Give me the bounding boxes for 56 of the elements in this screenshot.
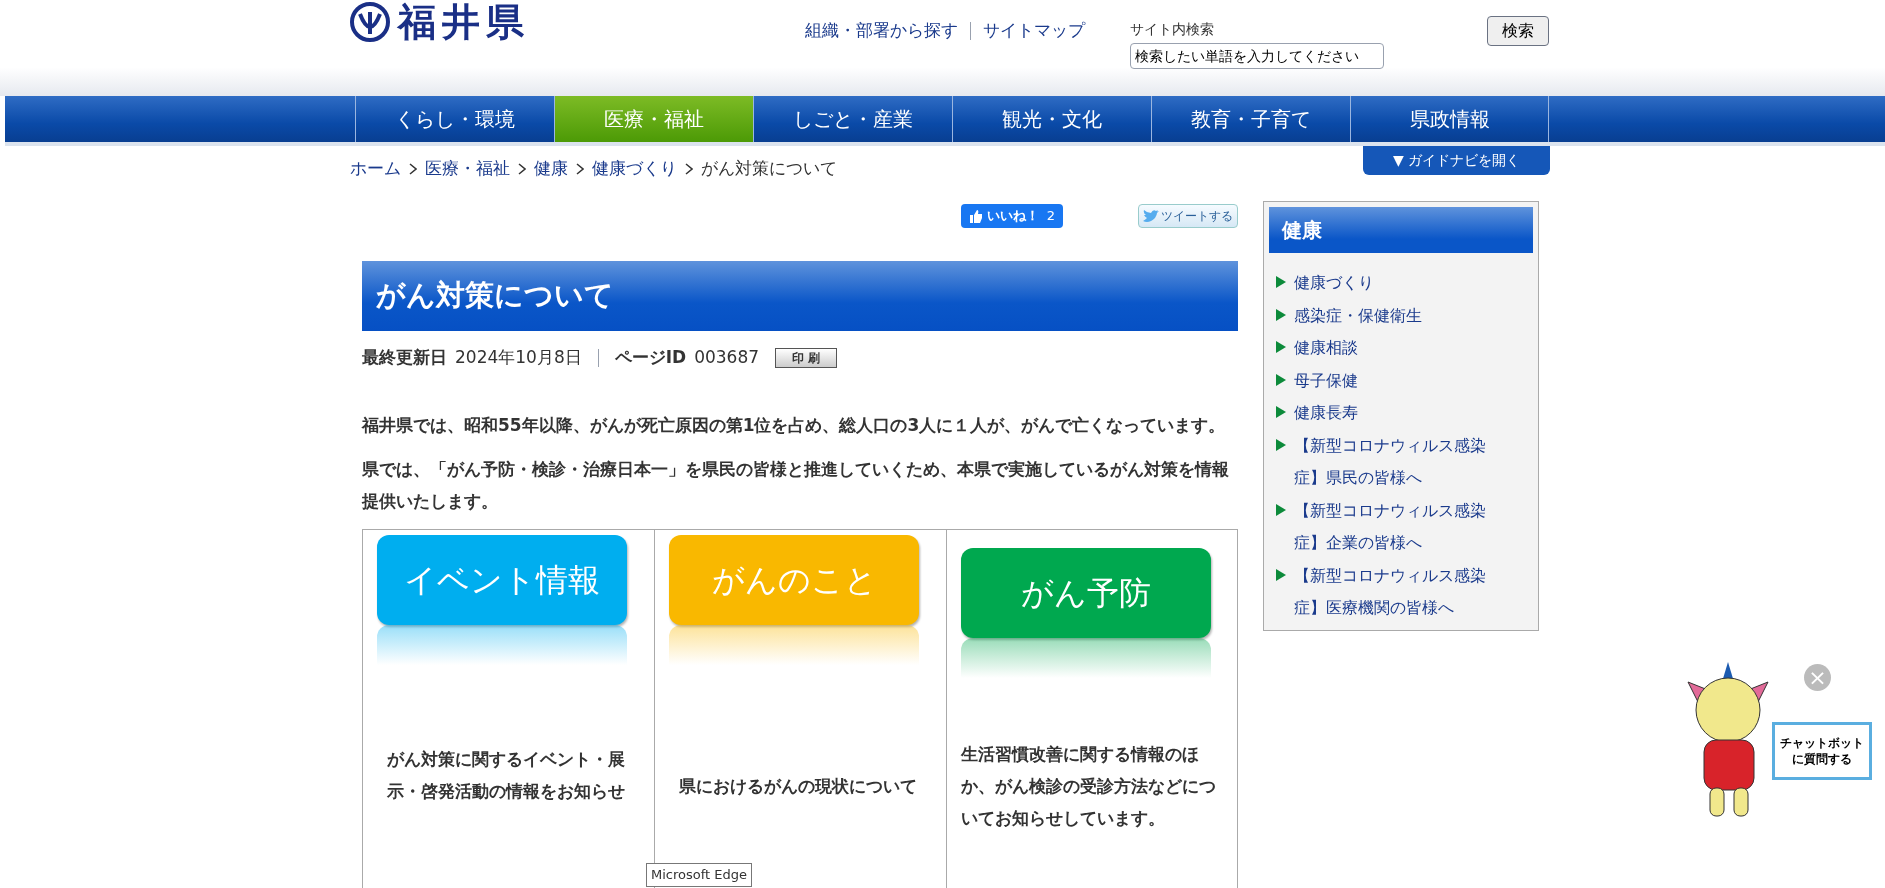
triangle-bullet-icon: [1276, 438, 1286, 451]
breadcrumb-link[interactable]: ホーム: [350, 156, 401, 182]
site-logo-text[interactable]: 福井県: [398, 3, 530, 41]
triangle-bullet-icon: [1276, 503, 1286, 516]
breadcrumb-current: がん対策について: [701, 157, 837, 180]
search-field[interactable]: 検索したい単語を入力してください: [1130, 43, 1384, 69]
triangle-bullet-icon: [1276, 373, 1286, 386]
breadcrumb-link[interactable]: 健康: [534, 156, 568, 182]
body-paragraph: 県では、「がん予防・検診・治療日本一」を県民の皆様と推進していくため、本県で実施しているがん対策を情報提供いたします。: [362, 457, 1230, 513]
updated-label: 最終更新日: [362, 346, 447, 369]
guide-navi-button[interactable]: ▼ ガイドナビを開く: [1363, 146, 1550, 175]
like-count: 2: [1046, 207, 1055, 226]
print-button[interactable]: 印 刷: [775, 347, 838, 368]
breadcrumb-link[interactable]: 健康づくり: [592, 156, 677, 182]
sidebar-link[interactable]: 感染症・保健衛生: [1294, 299, 1422, 332]
header-link[interactable]: 組織・部署から探す: [805, 18, 958, 44]
sidebar-link[interactable]: 【新型コロナウィルス感染症】県民の皆様へ: [1294, 429, 1513, 495]
sidebar-title: 健康: [1282, 217, 1322, 244]
chevron-right-icon: [576, 162, 584, 175]
triangle-bullet-icon: [1276, 276, 1286, 288]
prefecture-emblem-icon[interactable]: [350, 2, 390, 42]
nav-tab[interactable]: 県政情報: [1350, 96, 1549, 142]
breadcrumb-link[interactable]: 医療・福祉: [425, 156, 510, 182]
triangle-bullet-icon: [1276, 308, 1286, 321]
nav-tab[interactable]: 観光・文化: [952, 96, 1151, 142]
nav-tab[interactable]: しごと・産業: [753, 96, 952, 142]
like-button[interactable]: いいね！ 2: [960, 204, 1063, 228]
tweet-button[interactable]: ツイートする: [1138, 204, 1238, 228]
page-title: がん対策について: [376, 277, 614, 315]
search-label: サイト内検索: [1130, 20, 1214, 39]
sidebar-link[interactable]: 【新型コロナウィルス感染症】企業の皆様へ: [1294, 494, 1513, 560]
tooltip: Microsoft Edge: [646, 863, 752, 887]
bird-icon: [1143, 209, 1159, 223]
sidebar-link[interactable]: 母子保健: [1294, 364, 1358, 397]
sidebar-link[interactable]: 【新型コロナウィルス感染症】医療機関の皆様へ: [1294, 559, 1513, 625]
sidebar-link[interactable]: 健康長寿: [1294, 397, 1358, 430]
page-id-label: ページID: [614, 346, 687, 369]
page-id: 003687: [694, 346, 760, 369]
card-description: 生活習慣改善に関する情報のほか、がん検診の受診方法などについてお知らせしています。: [960, 742, 1217, 830]
card-description: がん対策に関するイベント・展示・啓発活動の情報をお知らせ: [386, 747, 626, 803]
search-button[interactable]: 検索: [1487, 16, 1549, 46]
triangle-bullet-icon: [1276, 341, 1286, 353]
sidebar-link[interactable]: 健康相談: [1294, 332, 1358, 365]
triangle-bullet-icon: [1276, 568, 1286, 581]
chevron-right-icon: [409, 162, 417, 175]
nav-tab[interactable]: 教育・子育て: [1151, 96, 1350, 142]
card-description: 県におけるがんの現状について: [678, 774, 919, 798]
body-paragraph: 福井県では、昭和55年以降、がんが死亡原因の第1位を占め、総人口の3人に１人が、がんで亡くなっています。: [362, 413, 1227, 437]
chevron-right-icon: [685, 162, 693, 175]
triangle-bullet-icon: [1276, 406, 1286, 418]
chatbot-sign[interactable]: チャットボットに質問する: [1772, 722, 1872, 780]
header-link[interactable]: サイトマップ: [983, 18, 1085, 44]
updated-date: 2024年10月8日: [455, 346, 582, 369]
sidebar-link[interactable]: 健康づくり: [1294, 267, 1374, 300]
chevron-right-icon: [518, 162, 526, 175]
thumbs-up-icon: [968, 209, 983, 223]
